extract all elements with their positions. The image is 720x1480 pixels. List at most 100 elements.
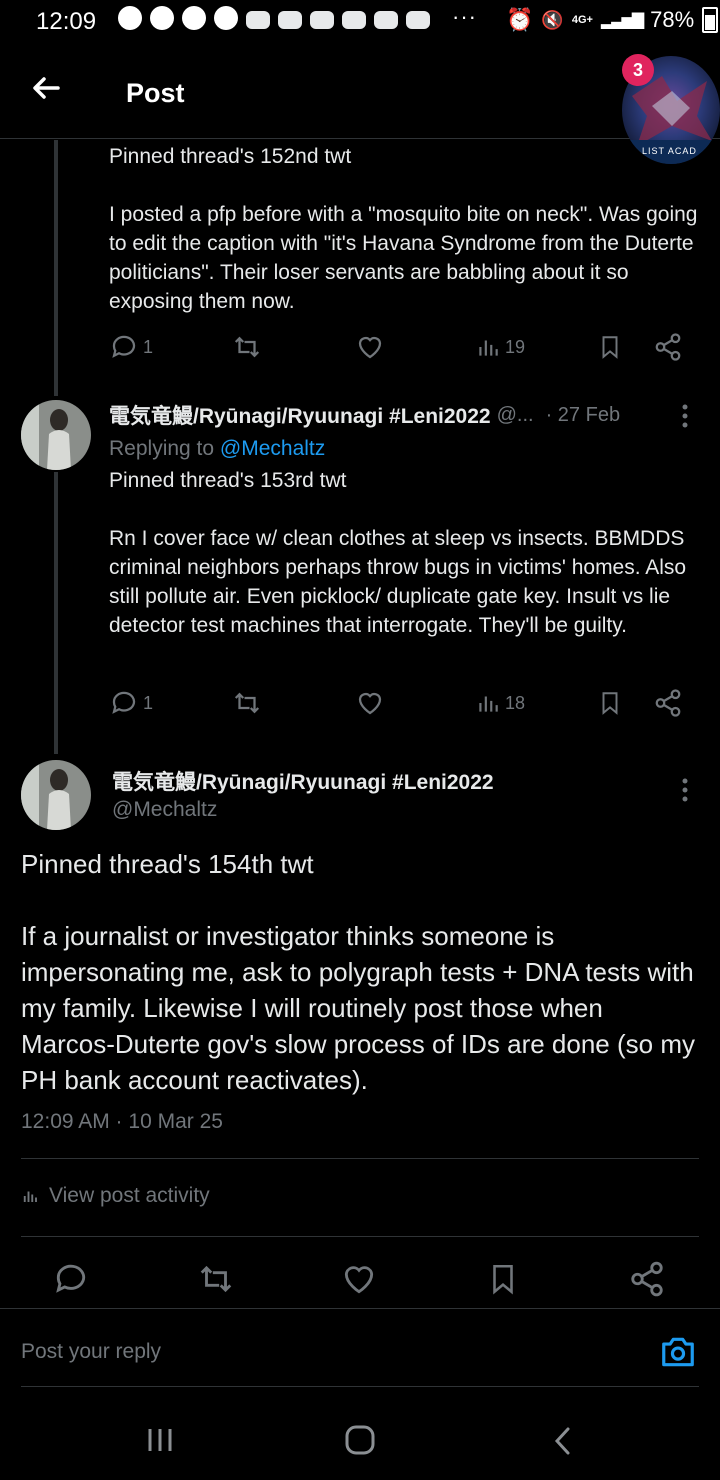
repost-icon [200, 1265, 232, 1293]
bookmark-icon [602, 692, 618, 715]
network-type: 4G+ [571, 14, 593, 26]
reply-count: 1 [143, 336, 154, 357]
thread-connector [54, 472, 58, 754]
share-icon [655, 333, 681, 361]
signal-icon: ▂▃▅▇ [600, 12, 644, 29]
game-controller-icon [342, 10, 366, 29]
views-button[interactable]: 19 [475, 332, 525, 362]
reply-153-actions: 1 18 [109, 688, 699, 722]
comment-icon [112, 335, 136, 358]
replying-to: Replying to @Mechaltz [109, 432, 709, 466]
post-text-body: If a journalist or investigator thinks s… [21, 921, 695, 1095]
recent-apps-icon[interactable] [146, 1426, 174, 1459]
game-controller-icon [406, 10, 430, 29]
like-button[interactable] [355, 332, 385, 362]
views-icon [479, 696, 498, 712]
notification-badge: 3 [622, 54, 654, 86]
analytics-icon [23, 1191, 37, 1202]
messenger-icon [214, 6, 238, 30]
comment-icon [56, 1264, 86, 1293]
bookmark-button[interactable] [597, 332, 623, 362]
heart-icon [358, 692, 382, 715]
divider [21, 1236, 699, 1237]
display-name[interactable]: 電気竜鰻/Ryūnagi/Ryuunagi #Leni2022 [109, 400, 491, 430]
comment-icon [112, 691, 136, 714]
game-controller-icon [310, 10, 334, 29]
post-text-heading: Pinned thread's 153rd twt [109, 469, 347, 492]
views-count: 19 [505, 336, 526, 357]
post-date: · 27 Feb [545, 403, 621, 426]
post-text-heading: Pinned thread's 154th twt [21, 849, 314, 879]
replying-prefix: Replying to [109, 437, 215, 460]
divider [21, 1158, 699, 1159]
repost-button[interactable] [196, 1260, 236, 1303]
avatar[interactable] [21, 400, 91, 470]
main-post-text: Pinned thread's 154th twt If a journalis… [21, 846, 701, 1098]
back-arrow-icon[interactable] [30, 72, 62, 112]
thread-connector [54, 140, 58, 396]
share-button[interactable] [653, 332, 683, 362]
reply-post-153[interactable]: 電気竜鰻/Ryūnagi/Ryuunagi #Leni2022 @... · 2… [109, 400, 709, 640]
camera-icon[interactable] [659, 1334, 697, 1375]
bookmark-button[interactable] [486, 1260, 520, 1303]
share-button[interactable] [653, 688, 683, 718]
divider [21, 1386, 699, 1387]
reply-button[interactable]: 1 [109, 688, 153, 718]
messenger-icon [118, 6, 142, 30]
game-controller-icon [246, 10, 270, 29]
heart-icon [358, 336, 382, 359]
alarm-icon: ⏰ [506, 7, 534, 32]
like-button[interactable] [340, 1260, 378, 1303]
display-name[interactable]: 電気竜鰻/Ryūnagi/Ryuunagi #Leni2022 [112, 766, 494, 796]
reply-post-152[interactable]: Pinned thread's 152nd twt I posted a pfp… [109, 142, 705, 316]
view-post-activity-label: View post activity [49, 1184, 210, 1207]
divider [0, 1308, 720, 1309]
reply-button[interactable]: 1 [109, 332, 153, 362]
handle[interactable]: @Mechaltz [112, 798, 494, 822]
reply-composer[interactable]: Post your reply [21, 1322, 701, 1384]
status-time: 12:09 [36, 8, 97, 35]
back-icon[interactable] [552, 1426, 574, 1461]
status-bar: 12:09 ··· ⏰ 🔇 4G+ ▂▃▅▇ 78% [0, 0, 720, 44]
messenger-icon [182, 6, 206, 30]
system-nav-bar [0, 1398, 720, 1480]
repost-button[interactable] [231, 332, 263, 362]
views-count: 18 [505, 692, 526, 713]
reply-count: 1 [143, 692, 154, 713]
more-options-icon[interactable] [678, 776, 692, 809]
reply-152-actions: 1 19 [109, 332, 699, 366]
reply-input[interactable]: Post your reply [21, 1340, 161, 1364]
reply-button[interactable] [52, 1260, 90, 1303]
bookmark-icon [493, 1264, 513, 1295]
views-icon [479, 340, 498, 356]
repost-icon [234, 692, 260, 714]
like-button[interactable] [355, 688, 385, 718]
share-button[interactable] [628, 1260, 666, 1303]
share-icon [655, 689, 681, 717]
post-text-heading: Pinned thread's 152nd twt [109, 145, 352, 168]
battery-icon [702, 7, 719, 33]
heart-icon [344, 1266, 374, 1294]
home-icon[interactable] [344, 1424, 376, 1461]
bookmark-button[interactable] [597, 688, 623, 718]
bookmark-icon [602, 336, 618, 359]
game-controller-icon [374, 10, 398, 29]
replying-handle-link[interactable]: @Mechaltz [220, 437, 325, 460]
battery-percent: 78% [650, 7, 695, 32]
repost-button[interactable] [231, 688, 263, 718]
repost-icon [234, 336, 260, 358]
more-notifications-icon: ··· [452, 4, 477, 29]
messenger-icon [150, 6, 174, 30]
handle[interactable]: @... [497, 404, 534, 427]
mute-icon: 🔇 [541, 9, 564, 30]
header: Post [0, 52, 720, 139]
main-post-author[interactable]: 電気竜鰻/Ryūnagi/Ryuunagi #Leni2022 @Mechalt… [112, 766, 494, 822]
post-timestamp: 12:09 AM · 10 Mar 25 [21, 1110, 223, 1133]
main-post-actions [0, 1258, 720, 1302]
post-text-body: Rn I cover face w/ clean clothes at slee… [109, 527, 687, 637]
more-options-icon[interactable] [678, 402, 692, 435]
views-button[interactable]: 18 [475, 688, 525, 718]
view-post-activity[interactable]: View post activity [21, 1184, 210, 1208]
avatar[interactable] [21, 760, 91, 830]
status-right: ⏰ 🔇 4G+ ▂▃▅▇ 78% [506, 7, 719, 33]
